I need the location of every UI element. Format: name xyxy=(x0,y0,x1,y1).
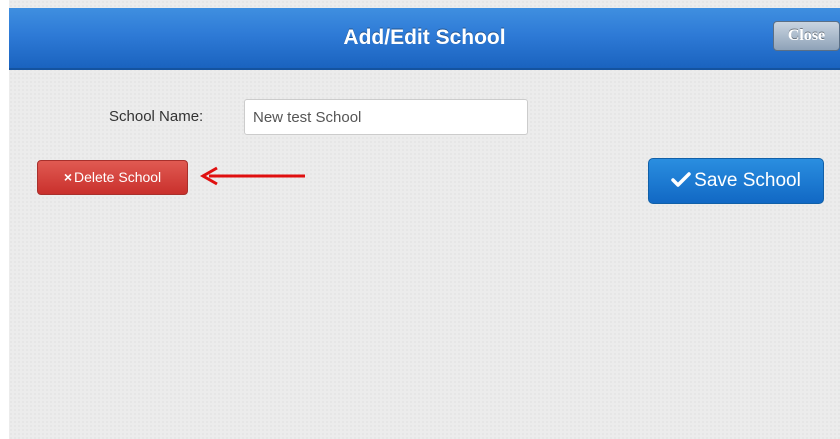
delete-school-button[interactable]: × Delete School xyxy=(37,160,188,195)
close-button[interactable]: Close xyxy=(773,21,840,51)
save-school-button[interactable]: Save School xyxy=(648,158,824,204)
save-school-label: Save School xyxy=(694,170,801,191)
x-icon: × xyxy=(63,169,72,185)
red-arrow-icon xyxy=(199,166,305,186)
delete-school-label: Delete School xyxy=(74,169,162,185)
dialog-header: Add/Edit School Close xyxy=(9,8,840,70)
dialog-title: Add/Edit School xyxy=(343,26,506,49)
check-icon xyxy=(671,172,691,187)
add-edit-school-dialog: Add/Edit School Close School Name: ×Dele… xyxy=(9,0,840,439)
school-name-label: School Name: xyxy=(109,108,204,125)
school-name-input[interactable] xyxy=(244,99,528,135)
